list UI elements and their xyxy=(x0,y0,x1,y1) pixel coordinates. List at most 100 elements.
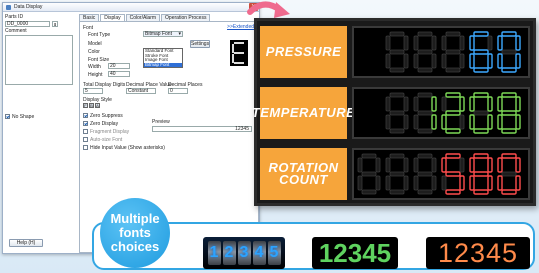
height-label: Height xyxy=(88,72,103,78)
lit-segment xyxy=(445,171,461,177)
pressure-display xyxy=(352,26,530,78)
unlit-segment xyxy=(389,31,405,37)
hide-input-checkbox[interactable] xyxy=(83,145,88,151)
unlit-segment xyxy=(417,128,433,134)
lit-segment xyxy=(445,128,461,134)
decimal-place-value-select[interactable]: Constant xyxy=(126,88,156,94)
no-shape-option[interactable]: No Shape xyxy=(5,114,34,120)
unlit-segment xyxy=(361,153,377,159)
lit-segment xyxy=(497,53,503,69)
zero-suppress-label: Zero Suppress xyxy=(90,113,123,119)
style-button-b[interactable]: B xyxy=(89,103,94,108)
rotation-count-label: ROTATION COUNT xyxy=(260,148,347,200)
unlit-segment xyxy=(413,35,419,51)
lit-segment xyxy=(473,153,489,159)
lit-segment xyxy=(487,96,493,112)
unlit-segment xyxy=(389,171,405,177)
temperature-display xyxy=(352,87,530,139)
unlit-segment xyxy=(389,92,405,98)
unlit-segment xyxy=(385,175,391,191)
width-label: Width xyxy=(88,64,101,70)
unlit-segment xyxy=(417,67,433,73)
hide-input-option[interactable]: Hide Input Value (Show asterisks) xyxy=(83,145,165,151)
height-input[interactable]: 40 xyxy=(108,71,130,77)
unlit-segment xyxy=(375,175,381,191)
unlit-segment xyxy=(403,96,409,112)
unlit-segment xyxy=(473,110,489,116)
unlit-segment xyxy=(413,96,419,112)
unlit-segment xyxy=(431,53,437,69)
unlit-segment xyxy=(413,157,419,173)
zero-suppress-option[interactable]: Zero Suppress xyxy=(83,113,123,119)
unlit-segment xyxy=(403,35,409,51)
lit-segment xyxy=(431,114,437,130)
width-input[interactable]: 20 xyxy=(108,63,130,69)
font-preview-digit xyxy=(230,40,248,66)
pressure-digits xyxy=(385,31,521,73)
font-type-select[interactable]: Bitmap Font ▾ xyxy=(143,31,183,37)
bold-font-sample: 12345 xyxy=(312,237,398,269)
multiple-fonts-bubble: Multiple fonts choices xyxy=(100,198,170,268)
unlit-segment xyxy=(403,53,409,69)
unlit-segment xyxy=(417,92,433,98)
bold-font-text: 12345 xyxy=(318,237,392,268)
total-digits-input[interactable]: 5 xyxy=(83,88,103,94)
tab-display[interactable]: Display xyxy=(100,14,125,21)
fragment-display-checkbox[interactable] xyxy=(83,129,88,135)
parts-id-spinner[interactable]: ⬍ xyxy=(52,21,58,27)
unlit-segment xyxy=(413,175,419,191)
lit-segment xyxy=(501,31,517,37)
tab-color-alarm[interactable]: Color/Alarm xyxy=(125,14,161,21)
tab-basic[interactable]: Basic xyxy=(79,14,100,21)
auto-size-option[interactable]: Auto-size Font xyxy=(83,137,122,143)
display-panel: PRESSURE TEMPERATURE ROTATION COUNT xyxy=(252,18,536,206)
lit-segment xyxy=(497,157,503,173)
parts-id-input[interactable]: DD_0000 xyxy=(5,21,50,27)
fragment-display-option[interactable]: Fragment Display xyxy=(83,129,129,135)
zero-suppress-checkbox[interactable] xyxy=(83,113,88,119)
lit-segment xyxy=(497,114,503,130)
unlit-segment xyxy=(431,35,437,51)
lit-segment xyxy=(445,153,461,159)
roller-digit: 3 xyxy=(237,241,251,265)
tab-operation-process[interactable]: Operation Process xyxy=(161,14,211,21)
unlit-segment xyxy=(413,114,419,130)
lit-segment xyxy=(473,92,489,98)
lit-segment xyxy=(459,96,465,112)
style-button-f[interactable]: F xyxy=(83,103,88,108)
hide-input-label: Hide Input Value (Show asterisks) xyxy=(90,145,165,151)
title-bar: Data Display ✕ xyxy=(3,3,259,12)
lit-segment xyxy=(469,114,475,130)
comment-input[interactable] xyxy=(5,35,73,85)
lit-segment xyxy=(497,35,503,51)
settings-button[interactable]: Settings xyxy=(190,40,210,48)
unlit-segment xyxy=(459,35,465,51)
temperature-label: TEMPERATURE xyxy=(252,87,355,139)
unlit-segment xyxy=(375,157,381,173)
auto-size-checkbox[interactable] xyxy=(83,137,88,143)
font-section-label: Font xyxy=(83,25,94,31)
zero-display-option[interactable]: Zero Display xyxy=(83,121,118,127)
window-title: Data Display xyxy=(14,4,43,10)
lit-segment xyxy=(445,189,461,195)
lit-segment xyxy=(515,114,521,130)
lit-segment xyxy=(515,96,521,112)
font-type-label: Font Type xyxy=(88,32,111,38)
no-shape-checkbox[interactable] xyxy=(5,114,10,120)
style-button-a[interactable]: A xyxy=(95,103,100,108)
roller-digit: 5 xyxy=(267,241,281,265)
lit-segment xyxy=(431,96,437,112)
unlit-segment xyxy=(385,96,391,112)
font-type-dropdown-list: Standard Font Stroke Font Image Font Bit… xyxy=(143,48,183,69)
zero-display-checkbox[interactable] xyxy=(83,121,88,127)
decimal-places-input[interactable]: 0 xyxy=(168,88,188,94)
preview-field: 12345 xyxy=(152,126,252,132)
unlit-segment xyxy=(389,153,405,159)
display-style-buttons: FBA xyxy=(83,103,101,109)
parts-id-label: Parts ID xyxy=(5,14,24,20)
help-button[interactable]: Help (H) xyxy=(9,239,43,247)
lit-segment xyxy=(487,114,493,130)
rotation-count-display xyxy=(352,148,530,200)
font-option-bitmap[interactable]: Bitmap Font xyxy=(144,62,182,68)
unlit-segment xyxy=(403,157,409,173)
